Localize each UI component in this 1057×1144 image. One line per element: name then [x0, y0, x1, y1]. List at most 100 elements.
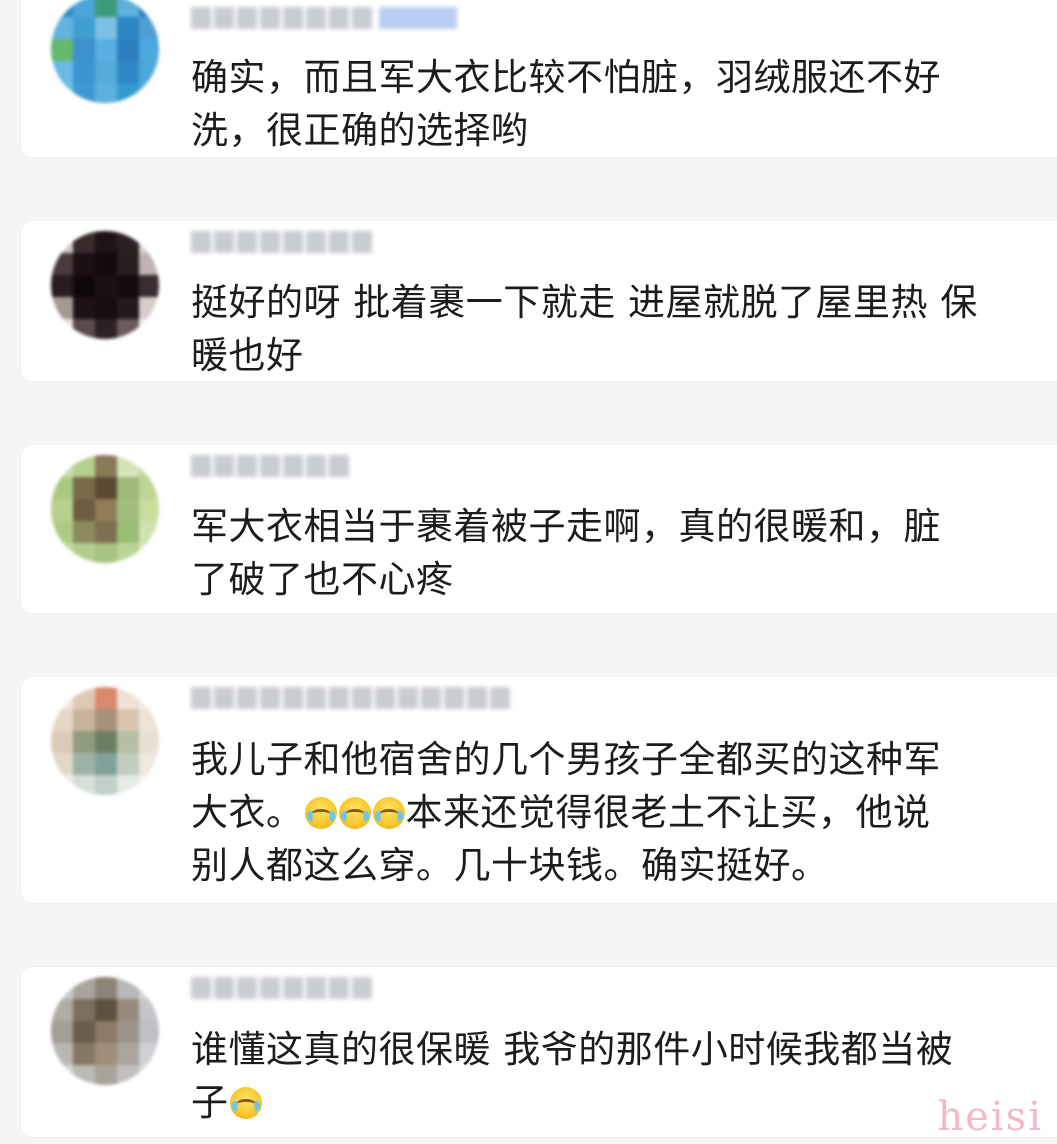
- avatar-mosaic-cell: [95, 1065, 117, 1085]
- avatar-mosaic-cell: [73, 0, 95, 17]
- username-blurred[interactable]: [191, 7, 457, 33]
- comment-card[interactable]: 挺好的呀 批着裹一下就走 进屋就脱了屋里热 保暖也好: [20, 220, 1057, 382]
- avatar[interactable]: [51, 455, 159, 563]
- avatar-mosaic-cell: [51, 253, 73, 275]
- avatar-mosaic-cell: [51, 297, 73, 319]
- avatar-mosaic-cell: [73, 999, 95, 1021]
- comment-text: 确实，而且军大衣比较不怕脏，羽绒服还不好 洗，很正确的选择哟: [191, 56, 941, 152]
- username-blurred[interactable]: [191, 455, 349, 481]
- comment-card[interactable]: 确实，而且军大衣比较不怕脏，羽绒服还不好 洗，很正确的选择哟: [20, 0, 1057, 158]
- avatar-mosaic-cell: [73, 297, 95, 319]
- avatar-mosaic-cell: [139, 253, 159, 275]
- avatar-mosaic-cell: [73, 775, 95, 795]
- username-blurred[interactable]: [191, 687, 510, 713]
- avatar-mosaic-cell: [73, 1043, 95, 1065]
- avatar-mosaic-cell: [51, 1021, 73, 1043]
- avatar-mosaic-cell: [139, 775, 159, 795]
- avatar-mosaic-cell: [95, 61, 117, 83]
- avatar-mosaic-cell: [117, 1043, 139, 1065]
- avatar-mosaic-cell: [51, 275, 73, 297]
- avatar[interactable]: [51, 231, 159, 339]
- avatar-mosaic-cell: [51, 17, 73, 39]
- avatar-mosaic-cell: [139, 477, 159, 499]
- avatar-mosaic-cell: [51, 731, 73, 753]
- avatar-mosaic-cell: [139, 275, 159, 297]
- avatar-mosaic-cell: [51, 499, 73, 521]
- avatar-mosaic-cell: [95, 83, 117, 103]
- avatar-mosaic-cell: [95, 977, 117, 999]
- avatar-mosaic-cell: [139, 1065, 159, 1085]
- avatar-mosaic-cell: [117, 0, 139, 17]
- avatar-mosaic-cell: [51, 521, 73, 543]
- comment-text: 军大衣相当于裹着被子走啊，真的很暖和，脏 了破了也不心疼: [191, 505, 941, 601]
- avatar-mosaic-cell: [117, 297, 139, 319]
- avatar-mosaic-cell: [139, 455, 159, 477]
- avatar-mosaic-cell: [117, 521, 139, 543]
- user-badge: [379, 7, 457, 29]
- avatar-mosaic-cell: [51, 709, 73, 731]
- username-blurred[interactable]: [191, 977, 372, 1003]
- avatar-mosaic-cell: [51, 753, 73, 775]
- comment-card[interactable]: 军大衣相当于裹着被子走啊，真的很暖和，脏 了破了也不心疼: [20, 444, 1057, 614]
- avatar-mosaic-cell: [95, 455, 117, 477]
- avatar-mosaic-cell: [95, 297, 117, 319]
- laugh-cry-emoji: [372, 797, 405, 829]
- avatar-mosaic-cell: [139, 61, 159, 83]
- avatar-mosaic-cell: [117, 543, 139, 563]
- avatar-mosaic-cell: [95, 731, 117, 753]
- avatar-mosaic-cell: [73, 39, 95, 61]
- avatar-mosaic-cell: [139, 0, 159, 17]
- laugh-cry-emoji: [304, 797, 337, 829]
- avatar-mosaic-cell: [51, 0, 73, 17]
- avatar-mosaic-cell: [139, 999, 159, 1021]
- comment-card[interactable]: 谁懂这真的很保暖 我爷的那件小时候我都当被子: [20, 966, 1057, 1138]
- avatar-mosaic-cell: [51, 61, 73, 83]
- avatar-mosaic-cell: [117, 499, 139, 521]
- avatar-mosaic-cell: [95, 17, 117, 39]
- avatar-mosaic-cell: [73, 753, 95, 775]
- avatar-mosaic-cell: [73, 275, 95, 297]
- avatar-mosaic-cell: [95, 39, 117, 61]
- avatar-mosaic-cell: [139, 1021, 159, 1043]
- avatar[interactable]: [51, 977, 159, 1085]
- avatar-mosaic-cell: [95, 1021, 117, 1043]
- comment-text: 挺好的呀 批着裹一下就走 进屋就脱了屋里热 保暖也好: [191, 281, 978, 377]
- avatar-mosaic-cell: [95, 499, 117, 521]
- avatar-mosaic-cell: [95, 275, 117, 297]
- avatar-mosaic-cell: [117, 319, 139, 339]
- comment-card[interactable]: 我儿子和他宿舍的几个男孩子全都买的这种军 大衣。 本来还觉得很老土不让买，他说 别人都…: [20, 676, 1057, 904]
- avatar-mosaic-cell: [73, 499, 95, 521]
- avatar-mosaic-cell: [139, 39, 159, 61]
- avatar-mosaic-cell: [117, 275, 139, 297]
- avatar-mosaic-cell: [95, 753, 117, 775]
- avatar-mosaic-cell: [139, 977, 159, 999]
- avatar-mosaic-cell: [51, 999, 73, 1021]
- avatar-mosaic-cell: [73, 477, 95, 499]
- avatar-mosaic-cell: [139, 319, 159, 339]
- avatar-mosaic-cell: [73, 61, 95, 83]
- avatar-mosaic-cell: [95, 775, 117, 795]
- comment-list: 确实，而且军大衣比较不怕脏，羽绒服还不好 洗，很正确的选择哟 挺好的呀 批着裹一下…: [0, 0, 1057, 1144]
- avatar-mosaic-cell: [117, 1065, 139, 1085]
- avatar-mosaic-cell: [51, 39, 73, 61]
- avatar-mosaic-cell: [73, 977, 95, 999]
- avatar[interactable]: [51, 0, 159, 103]
- avatar-mosaic-cell: [51, 543, 73, 563]
- crying-emoji: [229, 1087, 262, 1119]
- avatar-mosaic-cell: [51, 1065, 73, 1085]
- avatar-mosaic-cell: [73, 687, 95, 709]
- avatar-mosaic-cell: [117, 709, 139, 731]
- avatar[interactable]: [51, 687, 159, 795]
- avatar-mosaic-cell: [51, 83, 73, 103]
- avatar-mosaic-cell: [51, 231, 73, 253]
- avatar-mosaic-cell: [139, 499, 159, 521]
- avatar-mosaic-cell: [117, 61, 139, 83]
- avatar-mosaic-cell: [73, 709, 95, 731]
- avatar-mosaic-cell: [51, 1043, 73, 1065]
- avatar-mosaic-cell: [139, 17, 159, 39]
- avatar-mosaic-cell: [73, 455, 95, 477]
- avatar-mosaic-cell: [51, 687, 73, 709]
- avatar-mosaic-cell: [95, 477, 117, 499]
- username-blurred[interactable]: [191, 231, 372, 257]
- watermark: heisi: [937, 1094, 1043, 1140]
